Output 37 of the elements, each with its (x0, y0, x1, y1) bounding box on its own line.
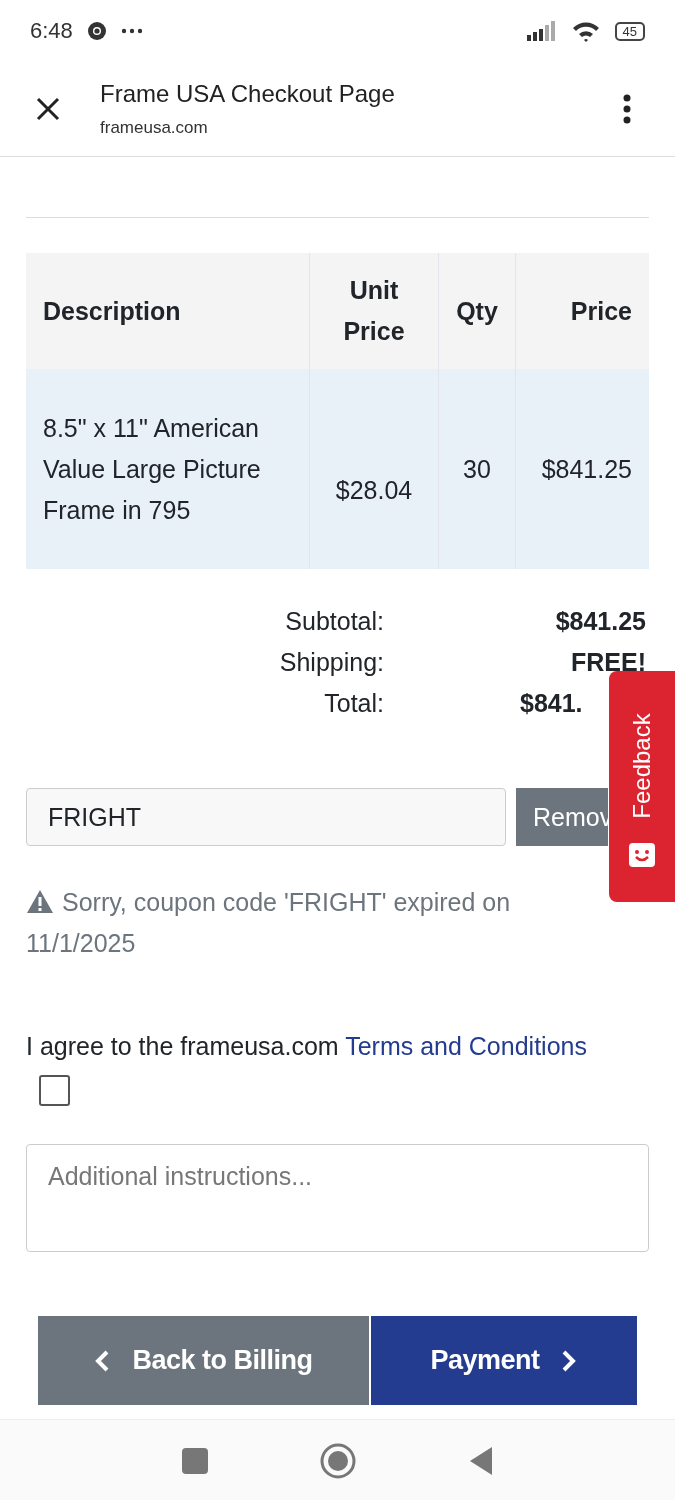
total-label: Subtotal: (284, 607, 384, 636)
remove-button[interactable]: Remov (516, 788, 608, 846)
table-cell: $28.04 (309, 369, 439, 569)
battery-level: 45 (614, 21, 645, 41)
total-value: $841. (519, 689, 584, 718)
browser-icon (86, 21, 107, 41)
more-notifications-icon (120, 28, 143, 34)
table-cell: 30 (438, 369, 516, 569)
column-header: Description (26, 253, 310, 369)
page-url: frameusa.com (100, 118, 208, 138)
terms-link[interactable]: Terms and Conditions (345, 1032, 587, 1060)
menu-icon[interactable] (623, 94, 631, 124)
payment-button[interactable]: Payment (370, 1316, 637, 1405)
home-icon[interactable] (319, 1442, 356, 1479)
column-header: Qty (438, 253, 516, 369)
recents-icon[interactable] (181, 1447, 208, 1474)
instructions-field[interactable]: Additional instructions... (26, 1144, 649, 1252)
back-button[interactable]: Back to Billing (38, 1316, 369, 1405)
total-label: Total: (323, 689, 384, 718)
table-cell: $841.25 (515, 369, 649, 569)
terms-checkbox[interactable] (39, 1075, 70, 1106)
warning-icon (26, 889, 54, 914)
total-label: Shipping: (278, 648, 384, 677)
column-header: Unit Price (309, 253, 439, 369)
coupon-warning: Sorry, coupon code 'FRIGHT' expired on 11/1/2025 (26, 887, 512, 959)
column-header: Price (515, 253, 649, 369)
page-title: Frame USA Checkout Page (100, 80, 395, 108)
clock-time: 6:48 (30, 18, 73, 44)
signal-icon (526, 21, 557, 41)
table-cell: 8.5" x 11" American Value Large Picture Frame in 795 (26, 369, 310, 569)
total-value: $841.25 (554, 607, 646, 636)
terms-text: I agree to the frameusa.com Terms and Conditions (26, 1032, 588, 1061)
chevron-left-icon (94, 1348, 111, 1373)
coupon-field[interactable]: FRIGHT (26, 788, 506, 846)
chevron-right-icon (561, 1348, 578, 1373)
smiley-icon (629, 840, 655, 867)
feedback-tab[interactable]: Feedback (609, 671, 675, 902)
